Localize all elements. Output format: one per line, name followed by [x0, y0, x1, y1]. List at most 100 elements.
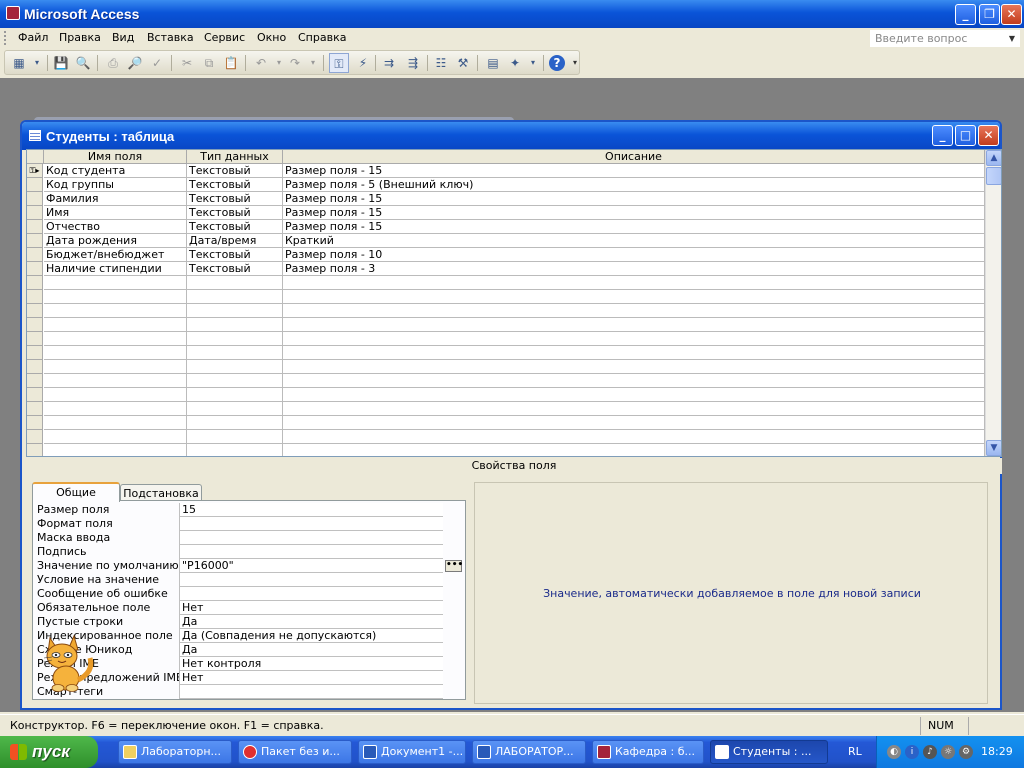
data-type-cell[interactable] — [187, 374, 283, 388]
child-minimize-button[interactable]: _ — [932, 125, 953, 146]
field-name-cell[interactable]: Имя — [44, 206, 187, 220]
description-cell[interactable]: Размер поля - 15 — [283, 192, 985, 206]
data-type-cell[interactable]: Текстовый — [187, 164, 283, 178]
taskbar-item[interactable]: Лабораторн... — [118, 740, 232, 764]
field-name-cell[interactable] — [44, 444, 187, 456]
description-cell[interactable] — [283, 416, 985, 430]
menu-grip[interactable] — [4, 31, 7, 45]
redo-icon[interactable]: ↷ — [287, 55, 303, 71]
office-assistant-cat[interactable] — [40, 628, 102, 692]
row-selector[interactable] — [27, 360, 43, 374]
properties-icon[interactable]: ☷ — [433, 55, 449, 71]
description-cell[interactable] — [283, 318, 985, 332]
menu-help[interactable]: Справка — [298, 31, 346, 44]
row-selector[interactable] — [27, 234, 43, 248]
description-cell[interactable] — [283, 304, 985, 318]
field-name-cell[interactable]: Фамилия — [44, 192, 187, 206]
property-value-input[interactable]: Нет — [179, 671, 443, 685]
menu-file[interactable]: Файл — [18, 31, 48, 44]
field-name-cell[interactable]: Бюджет/внебюджет — [44, 248, 187, 262]
field-name-cell[interactable] — [44, 416, 187, 430]
data-type-cell[interactable] — [187, 430, 283, 444]
data-type-cell[interactable] — [187, 318, 283, 332]
scroll-down-icon[interactable]: ▼ — [986, 440, 1001, 456]
chevron-down-icon[interactable]: ▾ — [525, 55, 541, 71]
data-type-cell[interactable]: Текстовый — [187, 248, 283, 262]
tab-general[interactable]: Общие — [32, 482, 120, 502]
property-value-input[interactable]: Да — [179, 615, 443, 629]
child-close-button[interactable]: ✕ — [978, 125, 999, 146]
menu-view[interactable]: Вид — [112, 31, 134, 44]
delete-rows-icon[interactable]: ⇶ — [405, 55, 421, 71]
property-value-input[interactable]: Да — [179, 643, 443, 657]
grid-vertical-scrollbar[interactable]: ▲ ▼ — [985, 150, 1001, 456]
row-selector[interactable]: ⚿▸ — [27, 164, 43, 178]
data-type-cell[interactable] — [187, 332, 283, 346]
row-selector[interactable] — [27, 220, 43, 234]
row-selector[interactable] — [27, 178, 43, 192]
description-cell[interactable] — [283, 402, 985, 416]
property-value-input[interactable]: Да (Совпадения не допускаются) — [179, 629, 443, 643]
description-cell[interactable] — [283, 388, 985, 402]
property-value-input[interactable]: Нет контроля — [179, 657, 443, 671]
save-icon[interactable]: 💾 — [53, 55, 69, 71]
field-name-cell[interactable] — [44, 374, 187, 388]
table-icon[interactable] — [29, 130, 41, 141]
access-key-icon[interactable] — [6, 6, 20, 20]
data-type-cell[interactable] — [187, 276, 283, 290]
toolbar-options-icon[interactable]: ▾ — [567, 55, 583, 71]
row-selector[interactable] — [27, 416, 43, 430]
field-name-cell[interactable] — [44, 388, 187, 402]
help-icon[interactable]: ? — [549, 55, 565, 71]
build-icon[interactable]: ⚒ — [455, 55, 471, 71]
chevron-down-icon[interactable]: ▾ — [305, 55, 321, 71]
minimize-button[interactable]: _ — [955, 4, 976, 25]
data-type-cell[interactable]: Текстовый — [187, 262, 283, 276]
data-type-cell[interactable] — [187, 444, 283, 456]
description-cell[interactable]: Краткий — [283, 234, 985, 248]
row-selector[interactable] — [27, 346, 43, 360]
info-icon[interactable]: i — [905, 745, 919, 759]
field-name-cell[interactable] — [44, 360, 187, 374]
taskbar-item-active[interactable]: Студенты : ... — [710, 740, 828, 764]
property-value-input[interactable] — [179, 545, 443, 559]
data-type-cell[interactable] — [187, 290, 283, 304]
description-cell[interactable] — [283, 374, 985, 388]
row-selector[interactable] — [27, 276, 43, 290]
data-type-cell[interactable] — [187, 416, 283, 430]
menu-edit[interactable]: Правка — [59, 31, 101, 44]
help-search-input[interactable]: Введите вопрос ▼ — [870, 30, 1020, 47]
menu-window[interactable]: Окно — [257, 31, 286, 44]
description-cell[interactable] — [283, 444, 985, 456]
print-preview-icon[interactable]: 🔎 — [127, 55, 143, 71]
row-selector[interactable] — [27, 374, 43, 388]
network-icon[interactable]: ◐ — [887, 745, 901, 759]
row-selector[interactable] — [27, 332, 43, 346]
taskbar-item[interactable]: ЛАБОРАТОР... — [472, 740, 586, 764]
row-selector[interactable] — [27, 290, 43, 304]
build-ellipsis-button[interactable]: ••• — [445, 560, 463, 572]
row-selector[interactable] — [27, 248, 43, 262]
row-selector[interactable] — [27, 402, 43, 416]
row-selector[interactable] — [27, 318, 43, 332]
row-selector[interactable] — [27, 444, 43, 456]
field-name-cell[interactable] — [44, 402, 187, 416]
chevron-down-icon[interactable]: ▾ — [271, 55, 287, 71]
field-name-cell[interactable] — [44, 290, 187, 304]
data-type-cell[interactable]: Текстовый — [187, 192, 283, 206]
field-name-cell[interactable] — [44, 430, 187, 444]
property-value-input[interactable] — [179, 587, 443, 601]
property-value-input[interactable]: 15 — [179, 503, 443, 517]
field-name-cell[interactable] — [44, 332, 187, 346]
description-cell[interactable]: Размер поля - 15 — [283, 206, 985, 220]
field-name-cell[interactable] — [44, 346, 187, 360]
copy-icon[interactable]: ⧉ — [201, 55, 217, 71]
description-cell[interactable] — [283, 276, 985, 290]
primary-key-icon[interactable]: ⚿ — [329, 53, 349, 73]
taskbar-item[interactable]: Документ1 -... — [358, 740, 466, 764]
language-indicator[interactable]: RL — [848, 745, 862, 758]
description-cell[interactable]: Размер поля - 15 — [283, 164, 985, 178]
menu-tools[interactable]: Сервис — [204, 31, 245, 44]
chevron-down-icon[interactable]: ▾ — [29, 55, 45, 71]
cut-icon[interactable]: ✂ — [179, 55, 195, 71]
